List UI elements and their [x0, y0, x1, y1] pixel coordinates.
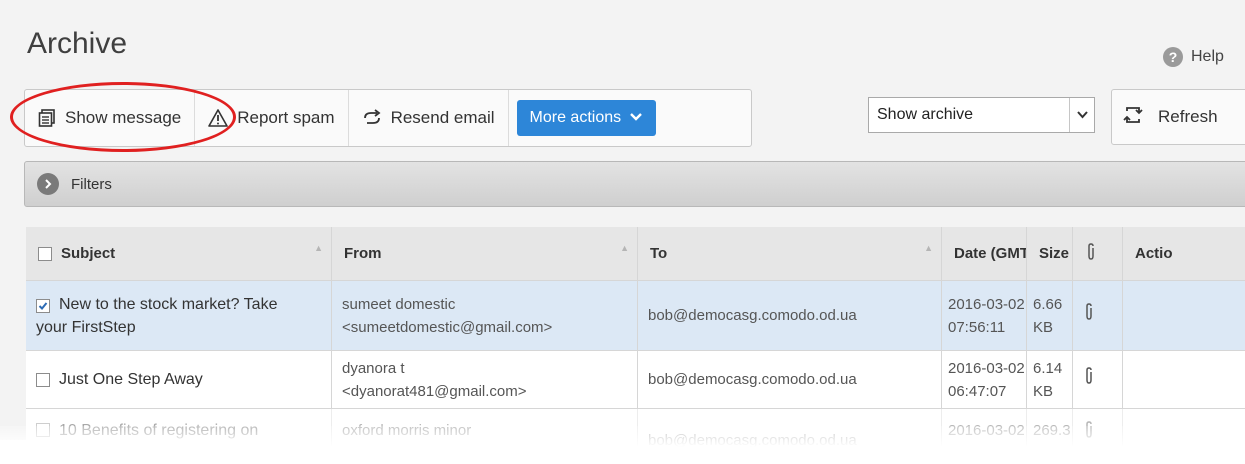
- table-row[interactable]: New to the stock market? Take your First…: [26, 281, 1245, 351]
- report-spam-label: Report spam: [237, 108, 335, 127]
- to-cell: bob@democasg.comodo.od.ua: [638, 281, 942, 351]
- paperclip-icon: [1085, 242, 1097, 265]
- from-cell: dyanora t <dyanorat481@gmail.com>: [332, 351, 638, 409]
- from-name: sumeet domestic: [342, 295, 456, 313]
- size-cell: 6.14 KB: [1027, 351, 1073, 409]
- resend-icon: [362, 109, 382, 127]
- date-cell: 2016-03-02 06:47:07: [942, 351, 1027, 409]
- action-toolbar: Show message Report spam Resend email Mo…: [24, 89, 752, 147]
- refresh-icon: [1122, 104, 1144, 131]
- archive-view-value: Show archive: [877, 106, 974, 123]
- attachment-cell: [1073, 281, 1123, 351]
- resend-email-button[interactable]: Resend email: [349, 90, 509, 146]
- column-subject-label: Subject: [61, 245, 116, 262]
- help-label: Help: [1191, 48, 1224, 65]
- chevron-right-icon: [37, 173, 59, 195]
- message-table: Subject ▲ From ▲ To ▲ Date (GMT+0 Size: [26, 227, 1245, 447]
- sort-arrow-icon: ▲: [314, 243, 323, 253]
- date-value: 2016-03-02: [948, 359, 1025, 377]
- column-size-label: Size: [1039, 245, 1070, 262]
- question-icon: ?: [1163, 47, 1183, 67]
- filters-label: Filters: [71, 175, 112, 193]
- filters-bar[interactable]: Filters: [24, 161, 1245, 207]
- from-email: <sumeetdomestic@gmail.com>: [342, 318, 553, 336]
- subject-line-1: Just One Step Away: [59, 371, 203, 388]
- size-value: 6.14: [1033, 359, 1063, 377]
- attachment-cell: [1073, 351, 1123, 409]
- column-size[interactable]: Size: [1027, 227, 1073, 281]
- show-message-button[interactable]: Show message: [25, 90, 196, 146]
- refresh-button[interactable]: Refresh: [1111, 89, 1245, 145]
- column-to-label: To: [650, 245, 668, 262]
- sort-arrow-icon: ▲: [620, 243, 629, 253]
- subject-cell: New to the stock market? Take your First…: [26, 281, 332, 351]
- actions-cell: [1123, 281, 1245, 351]
- size-unit: KB: [1033, 382, 1054, 400]
- table-header: Subject ▲ From ▲ To ▲ Date (GMT+0 Size: [26, 227, 1245, 281]
- column-actions-label: Actio: [1135, 245, 1173, 262]
- size-unit: KB: [1033, 318, 1054, 336]
- subject-line-1: New to the stock market? Take: [59, 296, 278, 313]
- sort-arrow-icon: ▲: [924, 243, 933, 253]
- page-title: Archive: [27, 27, 128, 60]
- archive-panel: Archive ? Help Show message Report spam …: [0, 0, 1245, 447]
- warning-icon: [208, 109, 229, 127]
- from-email: <dyanorat481@gmail.com>: [342, 382, 527, 400]
- show-message-label: Show message: [65, 108, 182, 127]
- select-all-checkbox[interactable]: [38, 246, 52, 261]
- paperclip-icon: [1083, 367, 1095, 392]
- torn-edge-fade: [0, 426, 1245, 464]
- row-checkbox[interactable]: [36, 372, 50, 387]
- actions-cell: [1123, 351, 1245, 409]
- message-icon: [38, 109, 56, 127]
- subject-cell: Just One Step Away: [26, 351, 332, 409]
- column-date-label: Date (GMT+0: [954, 245, 1026, 262]
- table-row[interactable]: Just One Step Away dyanora t <dyanorat48…: [26, 351, 1245, 409]
- size-cell: 6.66 KB: [1027, 281, 1073, 351]
- column-from-label: From: [344, 245, 382, 262]
- time-value: 07:56:11: [948, 318, 1006, 336]
- row-checkbox[interactable]: [36, 299, 50, 313]
- to-cell: bob@democasg.comodo.od.ua: [638, 351, 942, 409]
- time-value: 06:47:07: [948, 382, 1007, 400]
- size-value: 6.66: [1033, 295, 1063, 313]
- chevron-down-icon: [1069, 98, 1094, 132]
- archive-view-select[interactable]: Show archive: [868, 97, 1095, 133]
- column-attachment[interactable]: [1073, 227, 1123, 281]
- date-cell: 2016-03-02 07:56:11: [942, 281, 1027, 351]
- from-name: dyanora t: [342, 359, 405, 377]
- more-actions-label: More actions: [529, 109, 622, 126]
- date-value: 2016-03-02: [948, 295, 1025, 313]
- paperclip-icon: [1083, 303, 1095, 328]
- more-actions-button[interactable]: More actions: [516, 100, 657, 136]
- subject-line-2: your FirstStep: [36, 319, 136, 336]
- report-spam-button[interactable]: Report spam: [195, 90, 349, 146]
- column-to[interactable]: To ▲: [638, 227, 942, 281]
- column-from[interactable]: From ▲: [332, 227, 638, 281]
- chevron-down-icon: [629, 109, 643, 127]
- column-date[interactable]: Date (GMT+0: [942, 227, 1027, 281]
- resend-email-label: Resend email: [390, 108, 495, 127]
- refresh-label: Refresh: [1158, 107, 1218, 126]
- column-subject[interactable]: Subject ▲: [26, 227, 332, 281]
- from-cell: sumeet domestic <sumeetdomestic@gmail.co…: [332, 281, 638, 351]
- help-link[interactable]: ? Help: [1163, 47, 1224, 67]
- column-actions[interactable]: Actio: [1123, 227, 1245, 281]
